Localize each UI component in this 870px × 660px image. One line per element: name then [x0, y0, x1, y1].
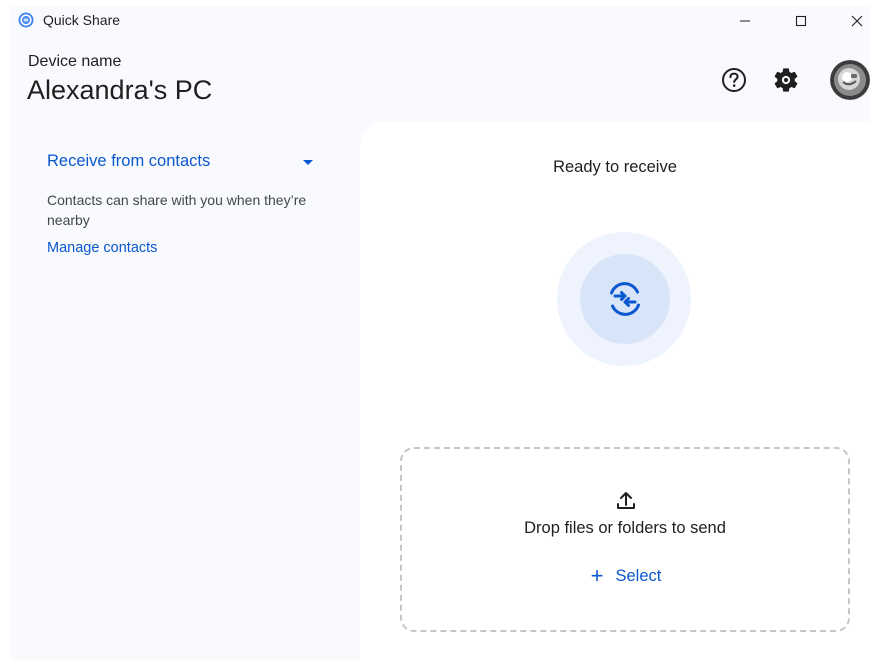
close-icon	[851, 15, 863, 27]
receive-status: Ready to receive	[553, 158, 677, 176]
file-drop-zone[interactable]: Drop files or folders to send + Select	[400, 447, 850, 632]
select-files-button[interactable]: + Select	[576, 559, 676, 593]
minimize-button[interactable]	[722, 6, 768, 36]
drop-instructions: Drop files or folders to send	[524, 519, 726, 537]
maximize-icon	[795, 15, 807, 27]
plus-icon: +	[590, 563, 604, 588]
upload-icon	[617, 492, 635, 509]
receive-mode-dropdown[interactable]: Receive from contacts	[47, 152, 319, 176]
receive-mode-label: Receive from contacts	[47, 152, 211, 170]
avatar[interactable]	[830, 60, 870, 100]
receive-card: Ready to receive Drop files or folders t…	[360, 122, 870, 660]
quick-share-exchange-icon	[610, 282, 640, 316]
gear-icon	[774, 68, 798, 92]
receive-indicator	[580, 254, 670, 344]
app-title: Quick Share	[43, 12, 121, 28]
help-button[interactable]	[718, 64, 750, 96]
maximize-button[interactable]	[778, 6, 824, 36]
select-label: Select	[615, 566, 662, 585]
manage-contacts-link[interactable]: Manage contacts	[47, 240, 157, 256]
help-icon	[722, 68, 746, 92]
device-name: Alexandra's PC	[27, 75, 213, 105]
quick-share-logo-icon	[18, 12, 34, 28]
profile-picture-icon	[830, 60, 870, 100]
minimize-icon	[740, 20, 750, 22]
quick-share-window: Quick Share Device name Alexandra's PC R…	[10, 6, 870, 660]
caret-down-icon	[303, 160, 313, 165]
receive-mode-description: Contacts can share with you when they’re…	[47, 192, 307, 228]
device-name-label: Device name	[28, 53, 122, 70]
settings-button[interactable]	[770, 64, 802, 96]
title-bar[interactable]: Quick Share	[10, 6, 870, 36]
close-button[interactable]	[834, 6, 870, 36]
